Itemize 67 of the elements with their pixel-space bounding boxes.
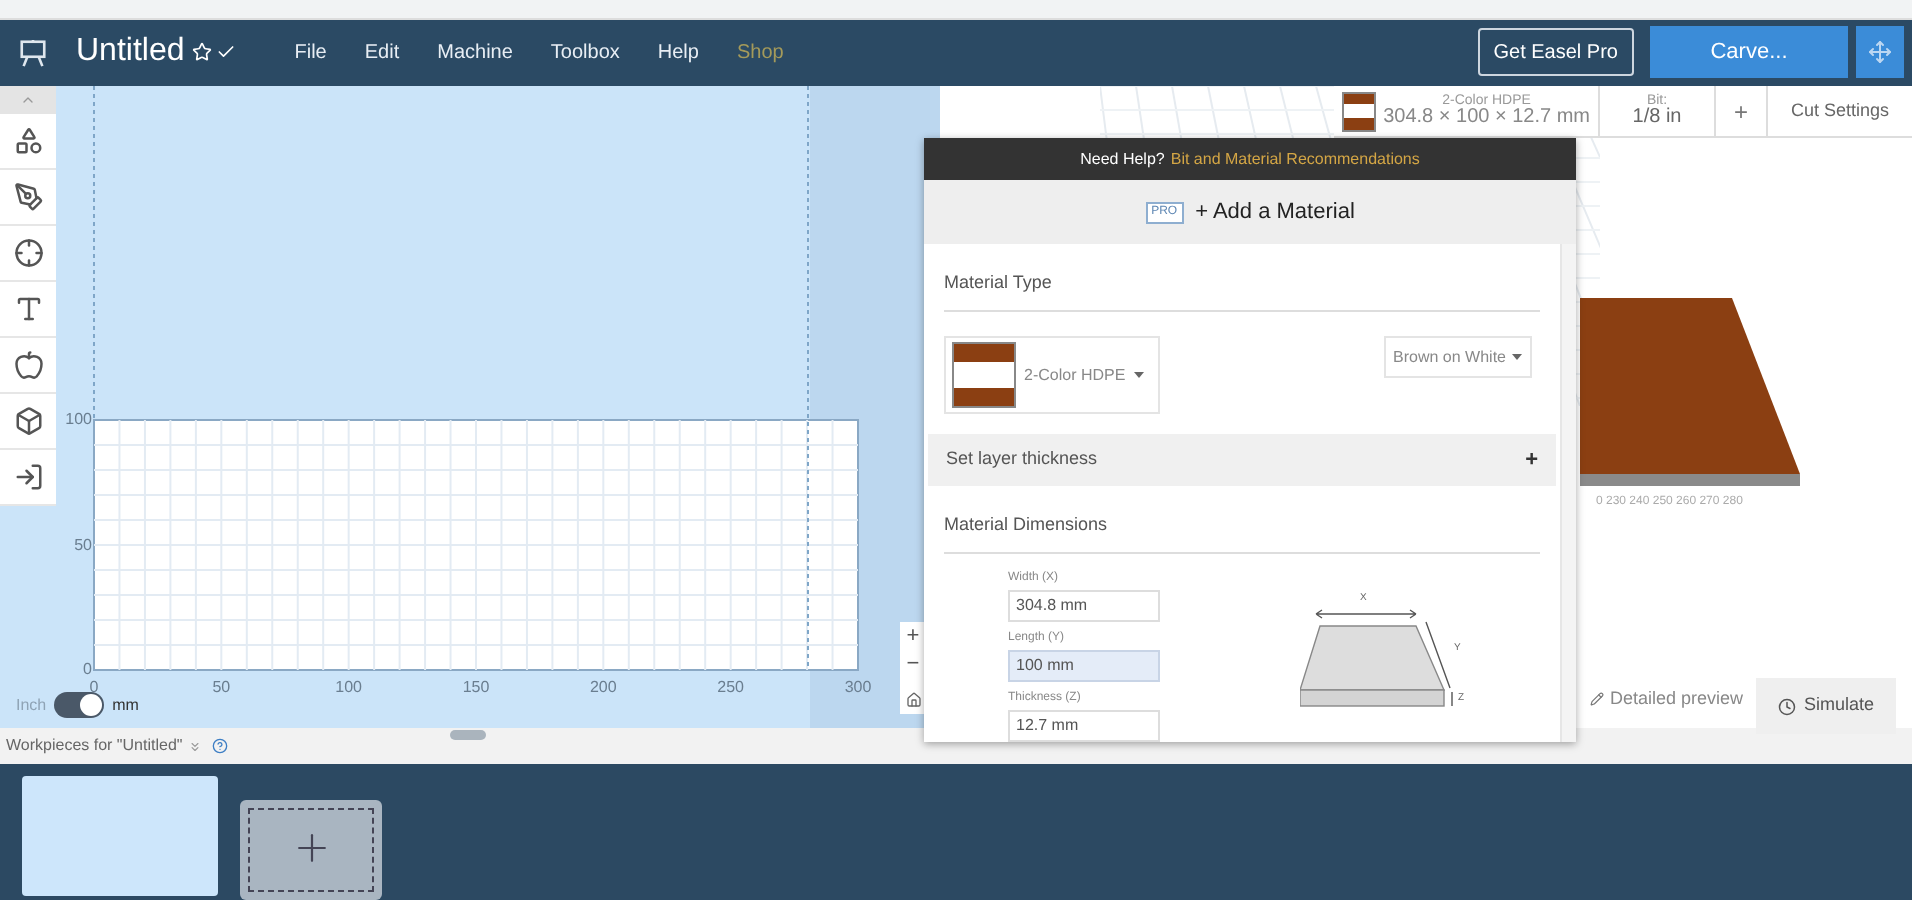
detailed-preview-toggle[interactable]: Detailed preview [1610,686,1744,714]
shapes-icon[interactable] [13,126,43,157]
home-icon [905,692,921,709]
material-value: 2-Color HDPE [1024,363,1126,388]
section-heading: Material Dimensions [944,514,1108,535]
material-dropdown[interactable]: 2-Color HDPE [944,336,1160,415]
color-value: Brown on White [1393,345,1506,370]
axis-label: 100 [333,676,364,701]
help-text: Need Help? [1080,147,1165,172]
help-icon[interactable] [212,738,229,755]
dimension-field[interactable]: 304.8 mm [1008,590,1160,623]
menu-item[interactable]: Toolbox [550,37,620,68]
recommendations-link[interactable]: Bit and Material Recommendations [1170,147,1420,172]
text-icon[interactable] [13,294,43,325]
axis-label: 50 [72,533,92,558]
zoom-out-button[interactable]: − [900,650,926,679]
axis-label: 200 [587,676,619,701]
check-icon [216,42,237,63]
document-title[interactable]: Untitled [76,28,185,77]
caret-icon [1133,372,1144,379]
dimension-field[interactable]: 12.7 mm [1008,710,1160,743]
axis-label: 100 [63,408,92,433]
apple-icon[interactable] [13,350,43,381]
easel-icon[interactable] [18,37,48,68]
carve-button[interactable]: Carve... [1650,26,1848,79]
unit-toggle[interactable] [54,692,105,719]
menu-item[interactable]: Help [657,37,699,68]
workpiece-thumbnail[interactable] [22,775,218,896]
color-dropdown[interactable]: Brown on White [1383,336,1532,379]
section-heading: Material Type [944,272,1052,293]
workpieces-title: Workpieces for "Untitled" [6,734,183,759]
dimension-field[interactable]: 100 mm [1008,650,1160,683]
axis-label: 50 [210,676,233,701]
get-pro-button[interactable]: Get Easel Pro [1477,28,1634,77]
menu-item[interactable]: Edit [364,37,400,68]
layer-thickness-row[interactable]: Set layer thickness + [928,434,1556,487]
caret-icon [1512,354,1522,361]
add-workpiece-button[interactable] [240,799,382,900]
unit-label: mm [112,693,139,718]
bit-value[interactable]: 1/8 in [1632,108,1682,129]
add-material-link[interactable]: + Add a Material [1195,195,1355,229]
axis-label: 0 [87,676,101,701]
target-icon[interactable] [13,238,43,269]
box-icon[interactable] [13,406,43,437]
add-bit-button[interactable]: + [1716,86,1768,137]
axis-label: 300 [842,676,874,701]
pen-icon[interactable] [13,182,43,213]
material-swatch [1341,91,1376,132]
clock-icon [1777,697,1796,716]
pencil-icon [1590,692,1604,707]
import-icon[interactable] [13,462,43,493]
layer-thickness-label: Set layer thickness [946,446,1098,473]
menu-item[interactable]: Machine [437,37,513,68]
axis-label: 250 [715,676,746,701]
cut-settings-button[interactable]: Cut Settings [1768,86,1912,137]
material-size: 304.8 × 100 × 12.7 mm [1383,108,1590,129]
scroll-handle[interactable] [450,730,486,741]
material-swatch [952,342,1016,409]
move-arrows-icon [1868,40,1892,65]
unit-label: Inch [16,693,47,718]
scrollbar[interactable] [1560,244,1576,743]
axis-label: 0 [81,658,92,680]
expand-toggle[interactable]: + [1525,443,1538,477]
menu-item[interactable]: File [294,37,327,68]
axis-label: 150 [460,676,492,701]
zoom-in-button[interactable]: + [900,622,926,651]
star-icon[interactable] [192,42,213,63]
